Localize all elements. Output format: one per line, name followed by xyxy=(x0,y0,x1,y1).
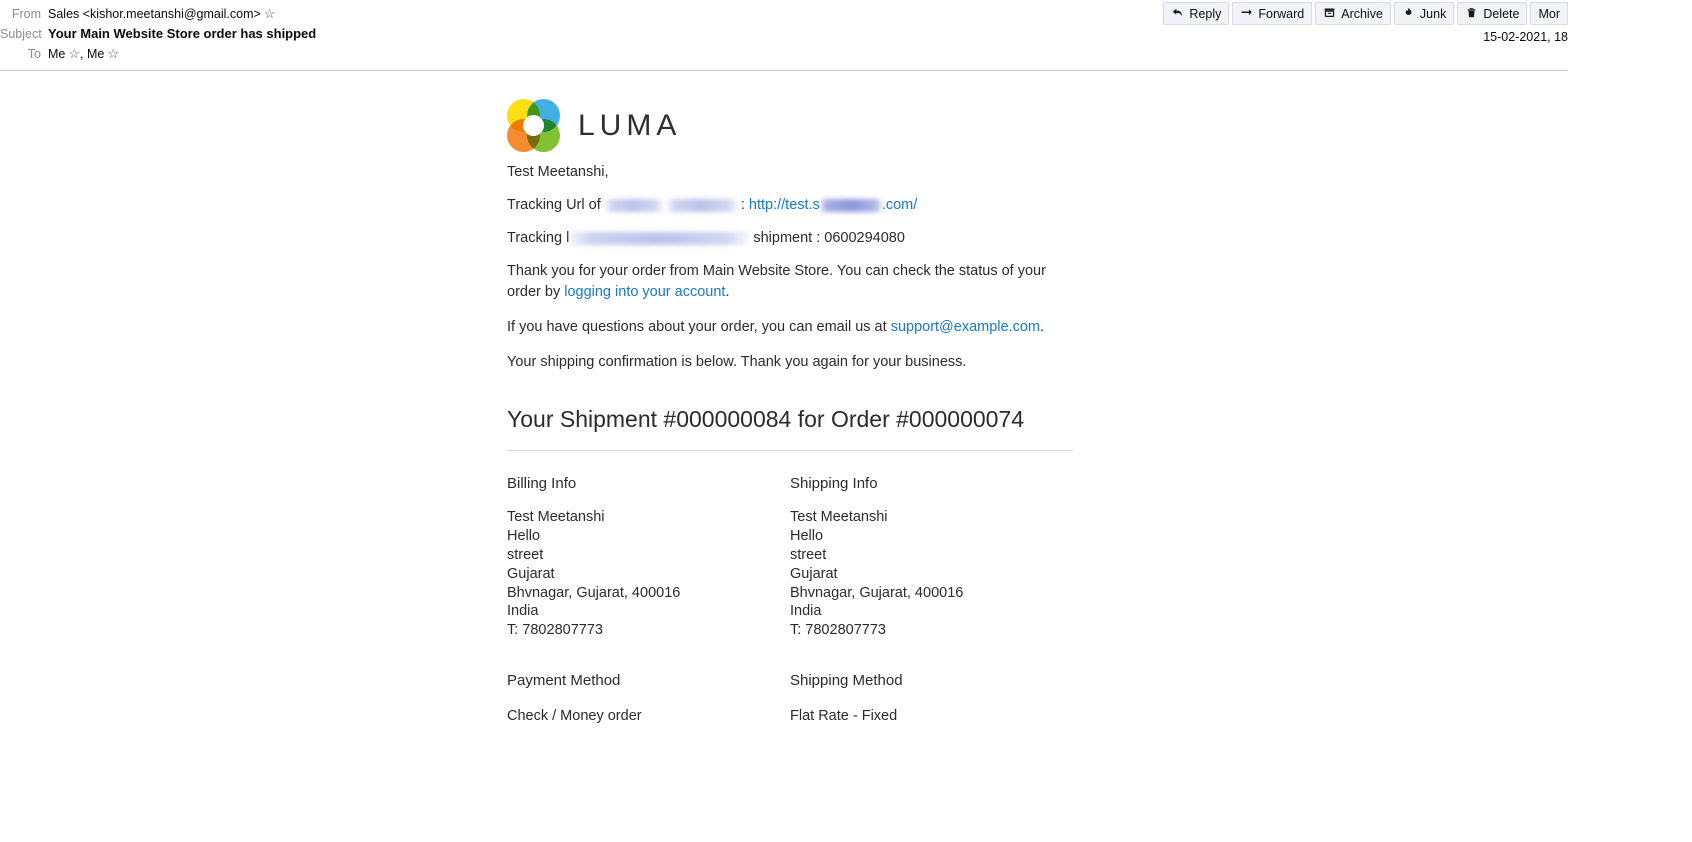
message-body: LUMA Test Meetanshi, Tracking Url of : h… xyxy=(0,71,1568,842)
payment-method-column: Payment Method Check / Money order xyxy=(507,670,790,727)
info-columns: Billing Info Test Meetanshi Hello street… xyxy=(507,473,1073,640)
junk-button[interactable]: Junk xyxy=(1393,2,1455,25)
confirmation-paragraph: Your shipping confirmation is below. Tha… xyxy=(507,354,967,371)
support-period: . xyxy=(1040,319,1045,336)
from-label: From xyxy=(11,7,41,21)
tracking-shipment-label: shipment : xyxy=(753,230,821,247)
shipping-line: Gujarat xyxy=(790,565,838,582)
archive-icon xyxy=(1323,6,1336,21)
forward-icon xyxy=(1240,6,1253,21)
method-columns: Payment Method Check / Money order Shipp… xyxy=(507,670,1073,727)
from-value[interactable]: Sales <kishor.meetanshi@gmail.com> ☆ xyxy=(48,4,275,24)
recipient-1[interactable]: Me xyxy=(48,47,65,61)
billing-line: Bhvnagar, Gujarat, 400016 xyxy=(507,584,681,601)
to-value[interactable]: Me ☆, Me ☆ xyxy=(48,44,119,64)
header-row-to: To Me ☆, Me ☆ xyxy=(0,44,1568,64)
payment-method-value: Check / Money order xyxy=(507,707,642,724)
shipping-phone: T: 7802807773 xyxy=(790,622,886,639)
shipping-method-value: Flat Rate - Fixed xyxy=(790,707,898,724)
star-icon[interactable]: ☆ xyxy=(68,44,80,64)
tracking-url-link[interactable]: http://test.s .com/ xyxy=(749,197,917,213)
to-label: To xyxy=(27,47,41,61)
more-button[interactable]: Mor xyxy=(1530,2,1568,25)
shipping-method-column: Shipping Method Flat Rate - Fixed xyxy=(790,670,1073,727)
greeting-text: Test Meetanshi, xyxy=(507,164,609,180)
tracking-number-line: Tracking l shipment : 0600294080 xyxy=(507,228,1073,249)
archive-label: Archive xyxy=(1341,6,1383,21)
shipping-info-column: Shipping Info Test Meetanshi Hello stree… xyxy=(790,473,1073,640)
billing-info-title: Billing Info xyxy=(507,475,577,493)
thankyou-paragraph: Thank you for your order from Main Websi… xyxy=(507,261,1073,303)
from-address[interactable]: Sales <kishor.meetanshi@gmail.com> xyxy=(48,7,261,21)
message-action-toolbar: Reply Forward Archive Junk Delete Mor xyxy=(1163,2,1568,25)
tracking-url-prefix: http://test.s xyxy=(748,197,820,214)
junk-label: Junk xyxy=(1419,6,1447,21)
message-date: 15-02-2021, 18 xyxy=(1483,30,1568,44)
delete-button[interactable]: Delete xyxy=(1457,2,1528,25)
junk-icon xyxy=(1402,6,1415,21)
questions-text: If you have questions about your order, … xyxy=(507,319,891,336)
recipient-2[interactable]: Me xyxy=(87,47,104,61)
support-email-link[interactable]: support@example.com xyxy=(891,319,1040,335)
tracking-number-value: 0600294080 xyxy=(824,230,905,247)
redacted-carrier-2 xyxy=(666,198,737,212)
trash-icon xyxy=(1465,6,1478,21)
redacted-domain xyxy=(819,198,882,212)
email-content: LUMA Test Meetanshi, Tracking Url of : h… xyxy=(507,71,1073,727)
account-login-link[interactable]: logging into your account xyxy=(564,284,725,300)
shipping-line: India xyxy=(790,603,822,620)
payment-method-title: Payment Method xyxy=(507,672,621,690)
reply-icon xyxy=(1171,6,1184,21)
archive-button[interactable]: Archive xyxy=(1315,2,1391,25)
questions-paragraph: If you have questions about your order, … xyxy=(507,317,1073,338)
billing-line: India xyxy=(507,603,539,620)
thankyou-period: . xyxy=(725,284,730,301)
forward-label: Forward xyxy=(1258,6,1305,21)
forward-button[interactable]: Forward xyxy=(1232,2,1313,25)
shipping-line: Hello xyxy=(790,528,824,545)
star-icon[interactable]: ☆ xyxy=(264,4,276,24)
billing-line: Test Meetanshi xyxy=(507,509,605,526)
luma-logo-icon xyxy=(507,99,560,152)
header-row-subject: Subject Your Main Website Store order ha… xyxy=(0,24,1568,44)
shipping-line: Bhvnagar, Gujarat, 400016 xyxy=(790,584,964,601)
shipping-info-title: Shipping Info xyxy=(790,475,878,493)
tracking-url-label: Tracking Url of xyxy=(507,197,601,214)
redacted-tracking-desc xyxy=(569,231,750,245)
shipping-method-title: Shipping Method xyxy=(790,672,903,690)
shipping-line: Test Meetanshi xyxy=(790,509,888,526)
tracking-number-label: Tracking xyxy=(507,230,563,247)
star-icon[interactable]: ☆ xyxy=(107,44,119,64)
shipment-heading: Your Shipment #000000084 for Order #0000… xyxy=(507,403,1073,452)
tracking-url-suffix: .com/ xyxy=(881,197,918,214)
more-label: Mor xyxy=(1538,6,1560,21)
delete-label: Delete xyxy=(1483,6,1520,21)
brand-header: LUMA xyxy=(507,71,1073,162)
redacted-carrier-1 xyxy=(604,198,663,212)
billing-info-column: Billing Info Test Meetanshi Hello street… xyxy=(507,473,790,640)
luma-wordmark: LUMA xyxy=(578,108,682,142)
billing-line: street xyxy=(507,546,544,563)
billing-phone: T: 7802807773 xyxy=(507,622,603,639)
billing-line: Gujarat xyxy=(507,565,555,582)
tracking-url-line: Tracking Url of : http://test.s .com/ xyxy=(507,195,1073,216)
tracking-url-separator: : xyxy=(740,197,745,214)
subject-label: Subject xyxy=(0,27,42,41)
reply-button[interactable]: Reply xyxy=(1163,2,1230,25)
reply-label: Reply xyxy=(1189,6,1222,21)
subject-value: Your Main Website Store order has shippe… xyxy=(48,26,317,41)
message-header: From Sales <kishor.meetanshi@gmail.com> ☆… xyxy=(0,0,1568,71)
recipient-separator: , xyxy=(80,47,87,61)
shipping-line: street xyxy=(790,546,827,563)
billing-line: Hello xyxy=(507,528,541,545)
